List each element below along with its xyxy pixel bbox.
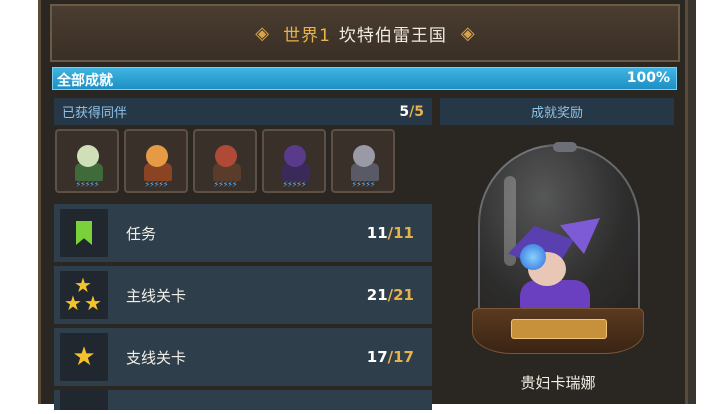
character-flower-icon xyxy=(520,244,546,270)
achievement-row-main-stages[interactable]: ★ ★ ★ 主线关卡 21/21 xyxy=(54,266,432,324)
portrait-stars-icon: ⚡⚡⚡⚡⚡ xyxy=(75,180,99,189)
companion-count-total: /5 xyxy=(409,103,424,120)
achievement-count-current: 11 xyxy=(366,224,388,242)
companion-count-current: 5 xyxy=(399,103,410,120)
achievement-count: 21/21 xyxy=(367,286,414,304)
portrait-stars-icon: ⚡⚡⚡⚡⚡ xyxy=(213,180,237,189)
panel-edge xyxy=(688,0,696,404)
achievement-label: 任务 xyxy=(126,224,157,243)
portrait-stars-icon: ⚡⚡⚡⚡⚡ xyxy=(351,180,375,189)
three-stars-icon: ★ ★ ★ xyxy=(60,271,108,319)
achievement-icon xyxy=(60,390,108,410)
portrait-stars-icon: ⚡⚡⚡⚡⚡ xyxy=(144,180,168,189)
achievement-count: 17/17 xyxy=(367,348,414,366)
character-dress xyxy=(520,280,590,310)
reward-display-dome[interactable] xyxy=(472,140,644,365)
world-label: 世界1 xyxy=(283,25,331,46)
portrait-head xyxy=(146,145,168,167)
progress-percent: 100% xyxy=(626,70,670,86)
star-icon: ★ xyxy=(60,333,108,381)
companion-purple-haired-portrait[interactable]: ⚡⚡⚡⚡⚡ xyxy=(262,129,326,193)
achievement-count: 11/11 xyxy=(367,224,414,242)
companion-red-haired-portrait[interactable]: ⚡⚡⚡⚡⚡ xyxy=(193,129,257,193)
base-plate xyxy=(511,319,607,339)
bookmark-icon xyxy=(60,209,108,257)
achievement-count-current: 21 xyxy=(366,286,388,304)
companion-title: 已获得同伴 xyxy=(62,106,128,121)
achievement-list: 任务 11/11 ★ ★ ★ 主线关卡 21/21 ★ 支线关卡 17/17 xyxy=(54,204,432,414)
title-bar: ◈ 世界1 坎特伯雷王国 ◈ xyxy=(50,4,680,62)
diamond-ornament-icon: ◈ xyxy=(255,22,270,44)
reward-title: 成就奖励 xyxy=(530,106,583,121)
reward-character-name: 贵妇卡瑞娜 xyxy=(520,374,596,392)
portrait-stars-icon: ⚡⚡⚡⚡⚡ xyxy=(282,180,306,189)
world-name: 坎特伯雷王国 xyxy=(338,25,447,46)
companion-portraits: ⚡⚡⚡⚡⚡ ⚡⚡⚡⚡⚡ ⚡⚡⚡⚡⚡ ⚡⚡⚡⚡⚡ ⚡⚡⚡⚡⚡ xyxy=(55,129,395,193)
achievement-row-tasks[interactable]: 任务 11/11 xyxy=(54,204,432,262)
companion-green-haired-portrait[interactable]: ⚡⚡⚡⚡⚡ xyxy=(55,129,119,193)
progress-fill xyxy=(53,68,676,89)
reward-header: 成就奖励 xyxy=(440,98,674,125)
achievement-count-total: /17 xyxy=(387,348,414,366)
portrait-head xyxy=(284,145,306,167)
achievement-row-side-stages[interactable]: ★ 支线关卡 17/17 xyxy=(54,328,432,386)
companion-orange-fruit-portrait[interactable]: ⚡⚡⚡⚡⚡ xyxy=(124,129,188,193)
achievement-row-partial[interactable] xyxy=(54,390,432,410)
companion-count: 5/5 xyxy=(399,104,424,120)
companion-gray-creature-portrait[interactable]: ⚡⚡⚡⚡⚡ xyxy=(331,129,395,193)
achievement-count-current: 17 xyxy=(366,348,388,366)
page-title: 世界1 坎特伯雷王国 xyxy=(283,21,447,46)
companion-header: 已获得同伴 5/5 xyxy=(54,98,432,125)
portrait-head xyxy=(77,145,99,167)
diamond-ornament-icon: ◈ xyxy=(460,22,475,44)
achievement-count-total: /21 xyxy=(387,286,414,304)
dome-knob xyxy=(553,142,577,152)
achievement-label: 支线关卡 xyxy=(126,348,187,367)
progress-label: 全部成就 xyxy=(57,73,113,89)
portrait-head xyxy=(353,145,375,167)
dome-base xyxy=(472,308,644,354)
total-achievement-progress: 全部成就 100% xyxy=(52,67,677,90)
achievement-label: 主线关卡 xyxy=(126,286,187,305)
achievement-count-total: /11 xyxy=(387,224,414,242)
portrait-head xyxy=(215,145,237,167)
